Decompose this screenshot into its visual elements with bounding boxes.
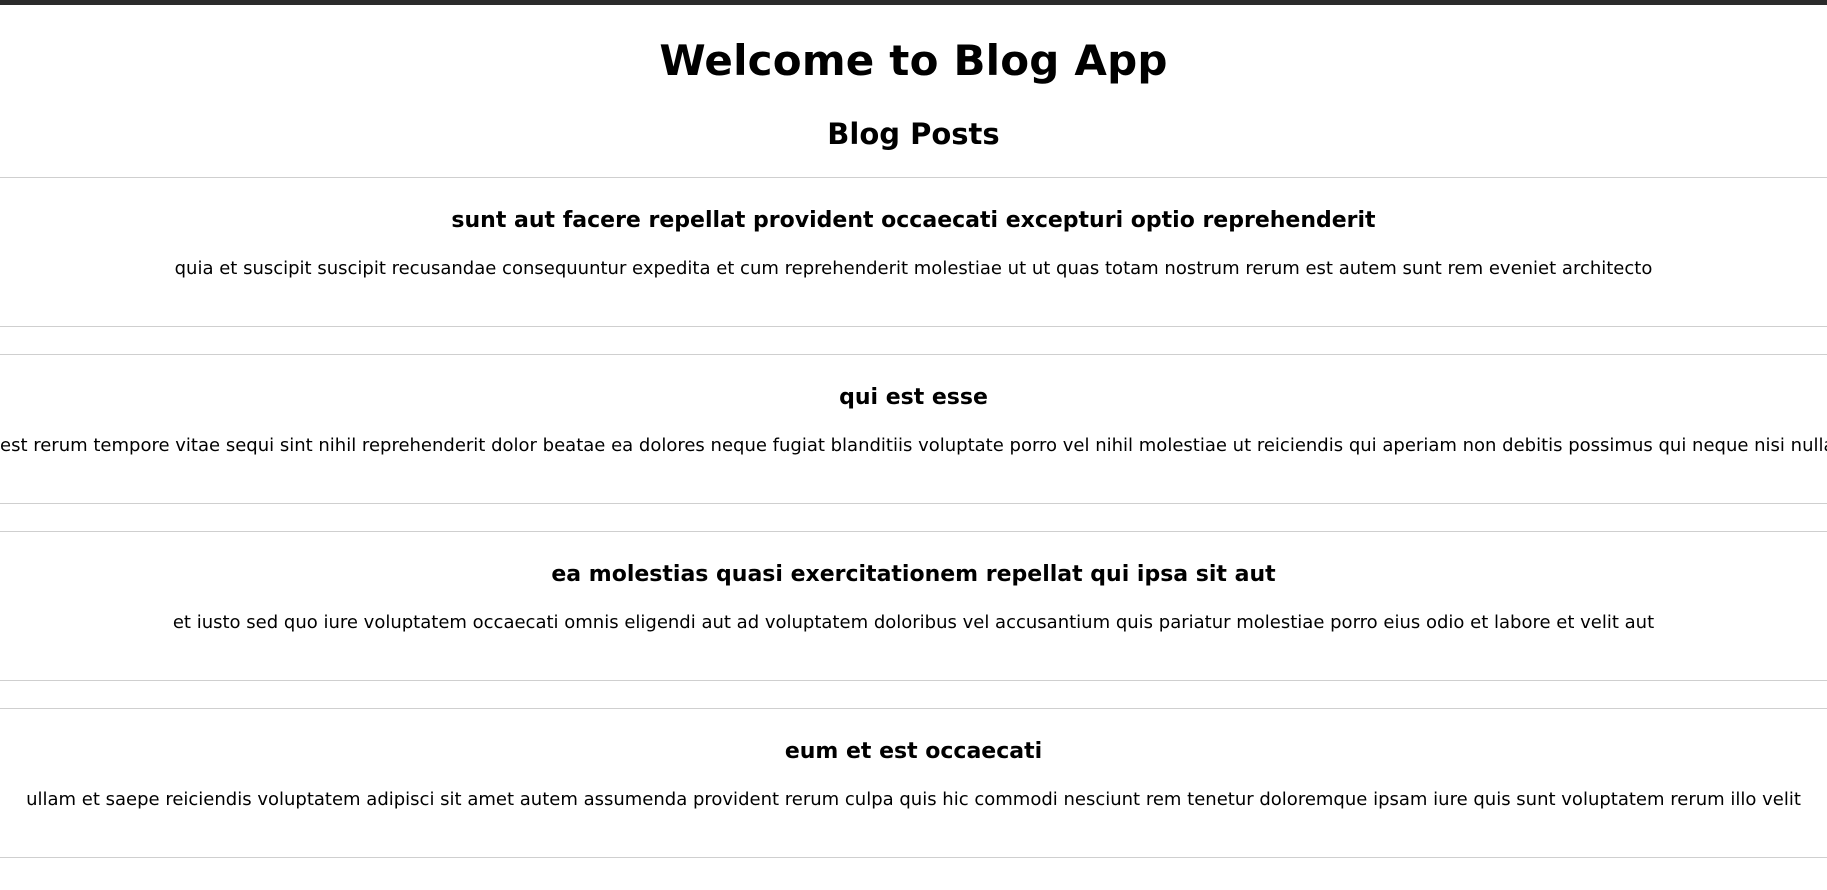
blog-post-body: ullam et saepe reiciendis voluptatem adi…	[26, 789, 1801, 810]
blog-post-body: est rerum tempore vitae sequi sint nihil…	[0, 435, 1827, 456]
blog-post-title: qui est esse	[839, 385, 988, 410]
blog-post-card: sunt aut facere repellat provident occae…	[0, 177, 1827, 327]
blog-post-body: et iusto sed quo iure voluptatem occaeca…	[172, 612, 1655, 633]
blog-posts-heading: Blog Posts	[827, 117, 1000, 151]
blog-post-card: eum et est occaecati ullam et saepe reic…	[0, 708, 1827, 858]
blog-post-title: eum et est occaecati	[784, 739, 1043, 764]
blog-post-title: ea molestias quasi exercitationem repell…	[551, 562, 1276, 587]
blog-app: Welcome to Blog App Blog Posts sunt aut …	[0, 5, 1827, 858]
blog-post-body: quia et suscipit suscipit recusandae con…	[174, 258, 1653, 279]
blog-post-card: ea molestias quasi exercitationem repell…	[0, 531, 1827, 681]
app-title: Welcome to Blog App	[659, 36, 1168, 85]
blog-post-card: qui est esse est rerum tempore vitae seq…	[0, 354, 1827, 504]
blog-post-title: sunt aut facere repellat provident occae…	[451, 208, 1376, 233]
